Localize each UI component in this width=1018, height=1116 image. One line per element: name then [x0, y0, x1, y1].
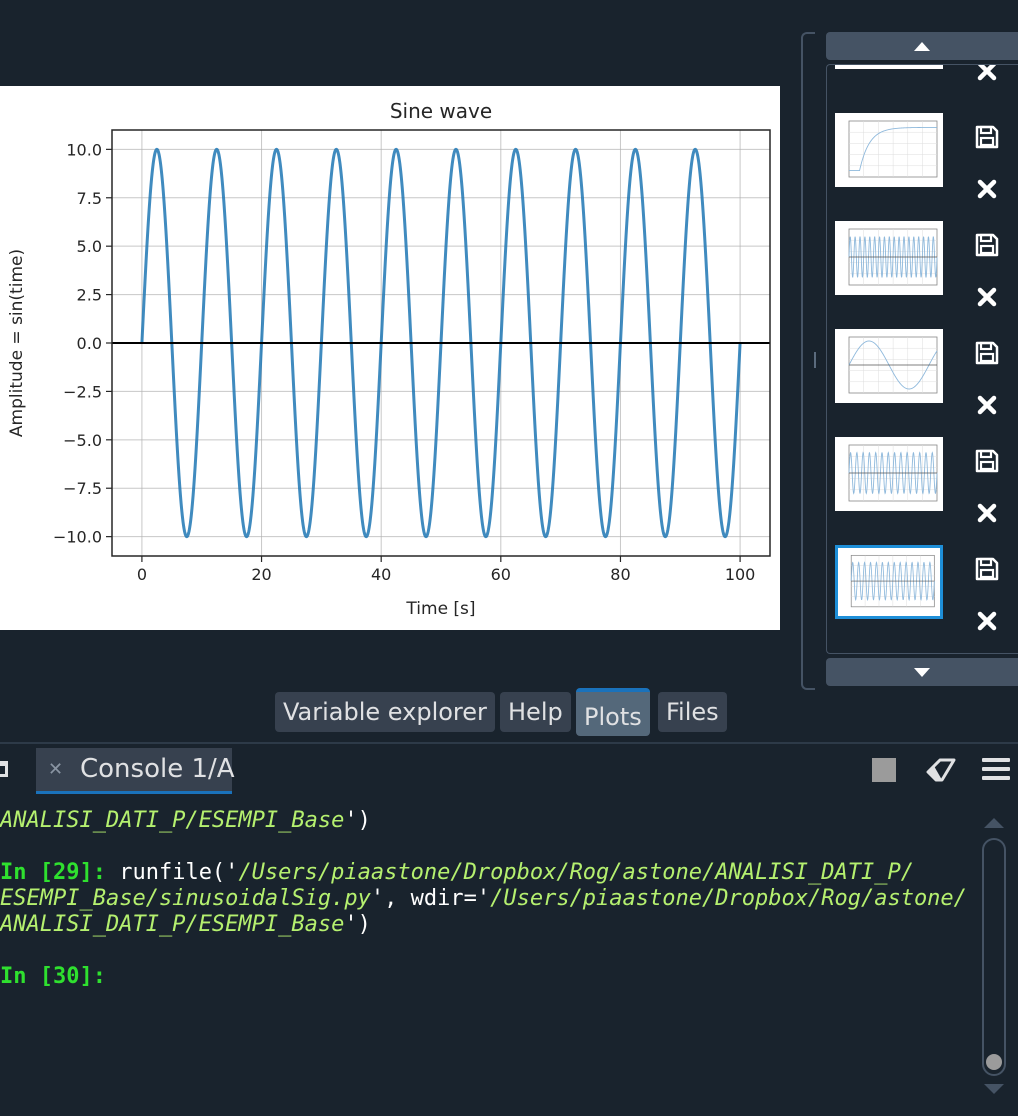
stop-button[interactable] [872, 758, 896, 782]
thumbnail-preview [848, 444, 938, 502]
plot-thumbnail[interactable] [835, 221, 943, 295]
tab-console[interactable]: ✕ Console 1/A [36, 748, 235, 794]
arrow-down-icon [914, 667, 930, 677]
console-scroll-up-arrow[interactable] [984, 818, 1004, 828]
close-icon [977, 65, 997, 81]
save-plot-button[interactable] [973, 123, 1001, 151]
options-menu-button[interactable] [982, 758, 1010, 782]
console-scroll-down-arrow[interactable] [984, 1084, 1004, 1094]
thumbnail-preview [848, 120, 938, 178]
console-line: In [29]: runfile('/Users/piaastone/Dropb… [0, 860, 914, 886]
plot-thumbnail[interactable] [835, 437, 943, 511]
console-path-text: ESEMPI_Base/sinusoidalSig.py [0, 886, 371, 911]
console-line: In [30]: [0, 964, 106, 990]
y-tick-label-5: −2.5 [63, 382, 102, 401]
y-tick-label-6: −5.0 [63, 431, 102, 450]
plot-thumbnail[interactable] [835, 64, 943, 69]
save-plot-button[interactable] [973, 339, 1001, 367]
tab-plots[interactable]: Plots [576, 688, 650, 736]
y-tick-label-2: 5.0 [77, 237, 102, 256]
save-plot-button[interactable] [973, 447, 1001, 475]
console-path-text: /Users/piaastone/Dropbox/Rog/astone/ [490, 886, 967, 911]
plot-figure: 0 20 40 60 80 100 10.0 7.5 5.0 2.5 0.0 −2.5 −5.0 −7.5… [0, 86, 780, 630]
arrow-up-icon [914, 41, 930, 51]
save-icon [975, 233, 999, 257]
tab-files[interactable]: Files [658, 692, 727, 732]
eraser-icon [926, 758, 956, 782]
y-tick-label-1: 7.5 [77, 189, 102, 208]
close-icon [977, 503, 997, 523]
thumbnail-preview [850, 554, 935, 608]
console-output[interactable]: ANALISI_DATI_P/ESEMPI_Base') In [29]: run… [0, 796, 970, 1116]
x-tick-label-2: 40 [371, 565, 391, 584]
close-icon [977, 287, 997, 307]
console-header: ✕ Console 1/A [0, 742, 1018, 796]
remove-plot-button[interactable] [973, 175, 1001, 203]
remove-plot-button[interactable] [973, 391, 1001, 419]
console-code-text: ') [344, 808, 371, 833]
x-tick-label-3: 60 [491, 565, 511, 584]
x-tick-label-1: 20 [251, 565, 271, 584]
window-icon[interactable] [0, 761, 8, 777]
thumbnail-scroll-down-button[interactable] [826, 658, 1018, 686]
x-tick-label-5: 100 [725, 565, 756, 584]
save-plot-button[interactable] [973, 231, 1001, 259]
thumbnail-preview [848, 228, 938, 286]
console-prompt: In [29]: [0, 860, 120, 885]
console-scrollbar[interactable] [982, 838, 1006, 1076]
scrollbar-handle[interactable] [986, 1054, 1002, 1070]
console-line: ANALISI_DATI_P/ESEMPI_Base') [0, 912, 371, 938]
close-icon [977, 179, 997, 199]
plot-thumbnail[interactable] [835, 329, 943, 403]
clear-console-button[interactable] [926, 758, 956, 782]
console-code-text: ', wdir=' [370, 886, 491, 911]
y-tick-label-7: −7.5 [63, 479, 102, 498]
remove-plot-button[interactable] [973, 499, 1001, 527]
close-icon[interactable]: ✕ [48, 759, 63, 780]
save-icon [975, 125, 999, 149]
save-icon [975, 557, 999, 581]
x-tick-label-0: 0 [137, 565, 147, 584]
console-code-text: runfile(' [119, 860, 239, 885]
close-icon [977, 611, 997, 631]
save-icon [975, 341, 999, 365]
plot-thumbnail[interactable] [835, 545, 943, 619]
hamburger-icon [982, 758, 1010, 762]
thumbnail-list[interactable] [826, 64, 1018, 654]
plot-thumbnail[interactable] [835, 113, 943, 187]
console-path-text: /Users/piaastone/Dropbox/Rog/astone/ANAL… [238, 860, 914, 885]
sine-wave-chart: 0 20 40 60 80 100 10.0 7.5 5.0 2.5 0.0 −2.5 −5.0 −7.5… [7, 99, 771, 619]
thumbnail-splitter[interactable] [801, 32, 816, 690]
thumbnail-preview [835, 64, 943, 69]
y-tick-label-8: −10.0 [53, 528, 102, 547]
y-tick-label-4: 0.0 [77, 334, 102, 353]
x-tick-label-4: 80 [610, 565, 630, 584]
remove-plot-button[interactable] [973, 283, 1001, 311]
close-icon [977, 395, 997, 415]
console-line: ANALISI_DATI_P/ESEMPI_Base') [0, 808, 371, 834]
y-tick-label-3: 2.5 [77, 286, 102, 305]
console-tab-label: Console 1/A [80, 754, 235, 784]
tab-help[interactable]: Help [500, 692, 571, 732]
x-axis-label: Time [s] [405, 599, 475, 619]
remove-plot-button[interactable] [973, 65, 1001, 85]
console-path-text: ANALISI_DATI_P/ESEMPI_Base [0, 912, 345, 937]
tab-variable-explorer[interactable]: Variable explorer [275, 692, 495, 732]
thumbnail-preview [848, 336, 938, 394]
chart-title: Sine wave [390, 99, 492, 123]
console-prompt: In [30]: [0, 964, 106, 989]
save-icon [975, 449, 999, 473]
console-line: ESEMPI_Base/sinusoidalSig.py', wdir='/Us… [0, 886, 967, 912]
y-tick-label-0: 10.0 [66, 140, 102, 159]
thumbnail-scroll-up-button[interactable] [826, 32, 1018, 60]
console-code-text: ') [344, 912, 371, 937]
console-path-text: ANALISI_DATI_P/ESEMPI_Base [0, 808, 345, 833]
save-plot-button[interactable] [973, 555, 1001, 583]
y-axis-label: Amplitude = sin(time) [7, 249, 27, 437]
remove-plot-button[interactable] [973, 607, 1001, 635]
